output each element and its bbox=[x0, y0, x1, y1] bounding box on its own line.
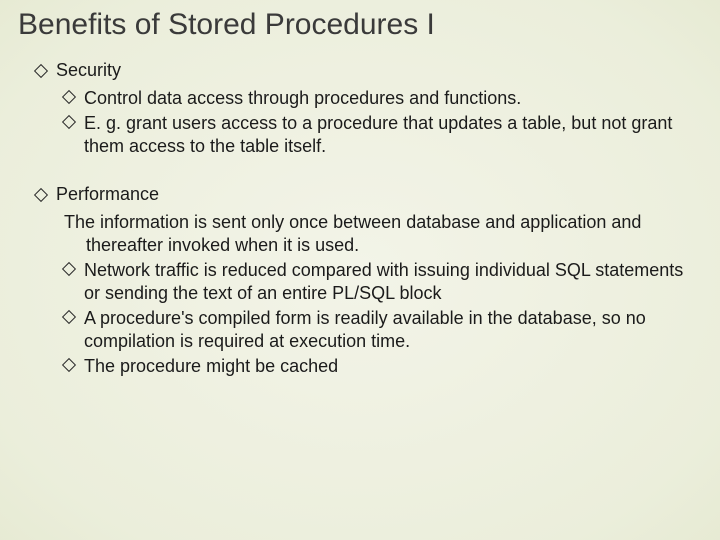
list-item: The information is sent only once betwee… bbox=[64, 211, 702, 257]
list-item-text: The procedure might be cached bbox=[84, 355, 338, 378]
diamond-icon bbox=[36, 66, 46, 76]
list-item: A procedure's compiled form is readily a… bbox=[64, 307, 702, 353]
diamond-icon bbox=[36, 190, 46, 200]
list-item-text: E. g. grant users access to a procedure … bbox=[84, 112, 684, 158]
list-item-text: Network traffic is reduced compared with… bbox=[84, 259, 684, 305]
list-item: Network traffic is reduced compared with… bbox=[64, 259, 702, 305]
diamond-icon bbox=[64, 312, 74, 322]
section-performance: Performance The information is sent only… bbox=[36, 184, 702, 378]
section-heading-text: Security bbox=[56, 60, 121, 81]
list-item-text: The information is sent only once betwee… bbox=[64, 211, 686, 257]
section-heading-text: Performance bbox=[56, 184, 159, 205]
section-heading: Performance bbox=[36, 184, 702, 205]
list-item: The procedure might be cached bbox=[64, 355, 702, 378]
diamond-icon bbox=[64, 117, 74, 127]
list-item: Control data access through procedures a… bbox=[64, 87, 702, 110]
diamond-icon bbox=[64, 360, 74, 370]
diamond-icon bbox=[64, 264, 74, 274]
section-security: Security Control data access through pro… bbox=[36, 60, 702, 158]
list-item-text: A procedure's compiled form is readily a… bbox=[84, 307, 684, 353]
slide-title: Benefits of Stored Procedures I bbox=[18, 8, 702, 42]
section-heading: Security bbox=[36, 60, 702, 81]
list-item-text: Control data access through procedures a… bbox=[84, 87, 521, 110]
list-item: E. g. grant users access to a procedure … bbox=[64, 112, 702, 158]
diamond-icon bbox=[64, 92, 74, 102]
